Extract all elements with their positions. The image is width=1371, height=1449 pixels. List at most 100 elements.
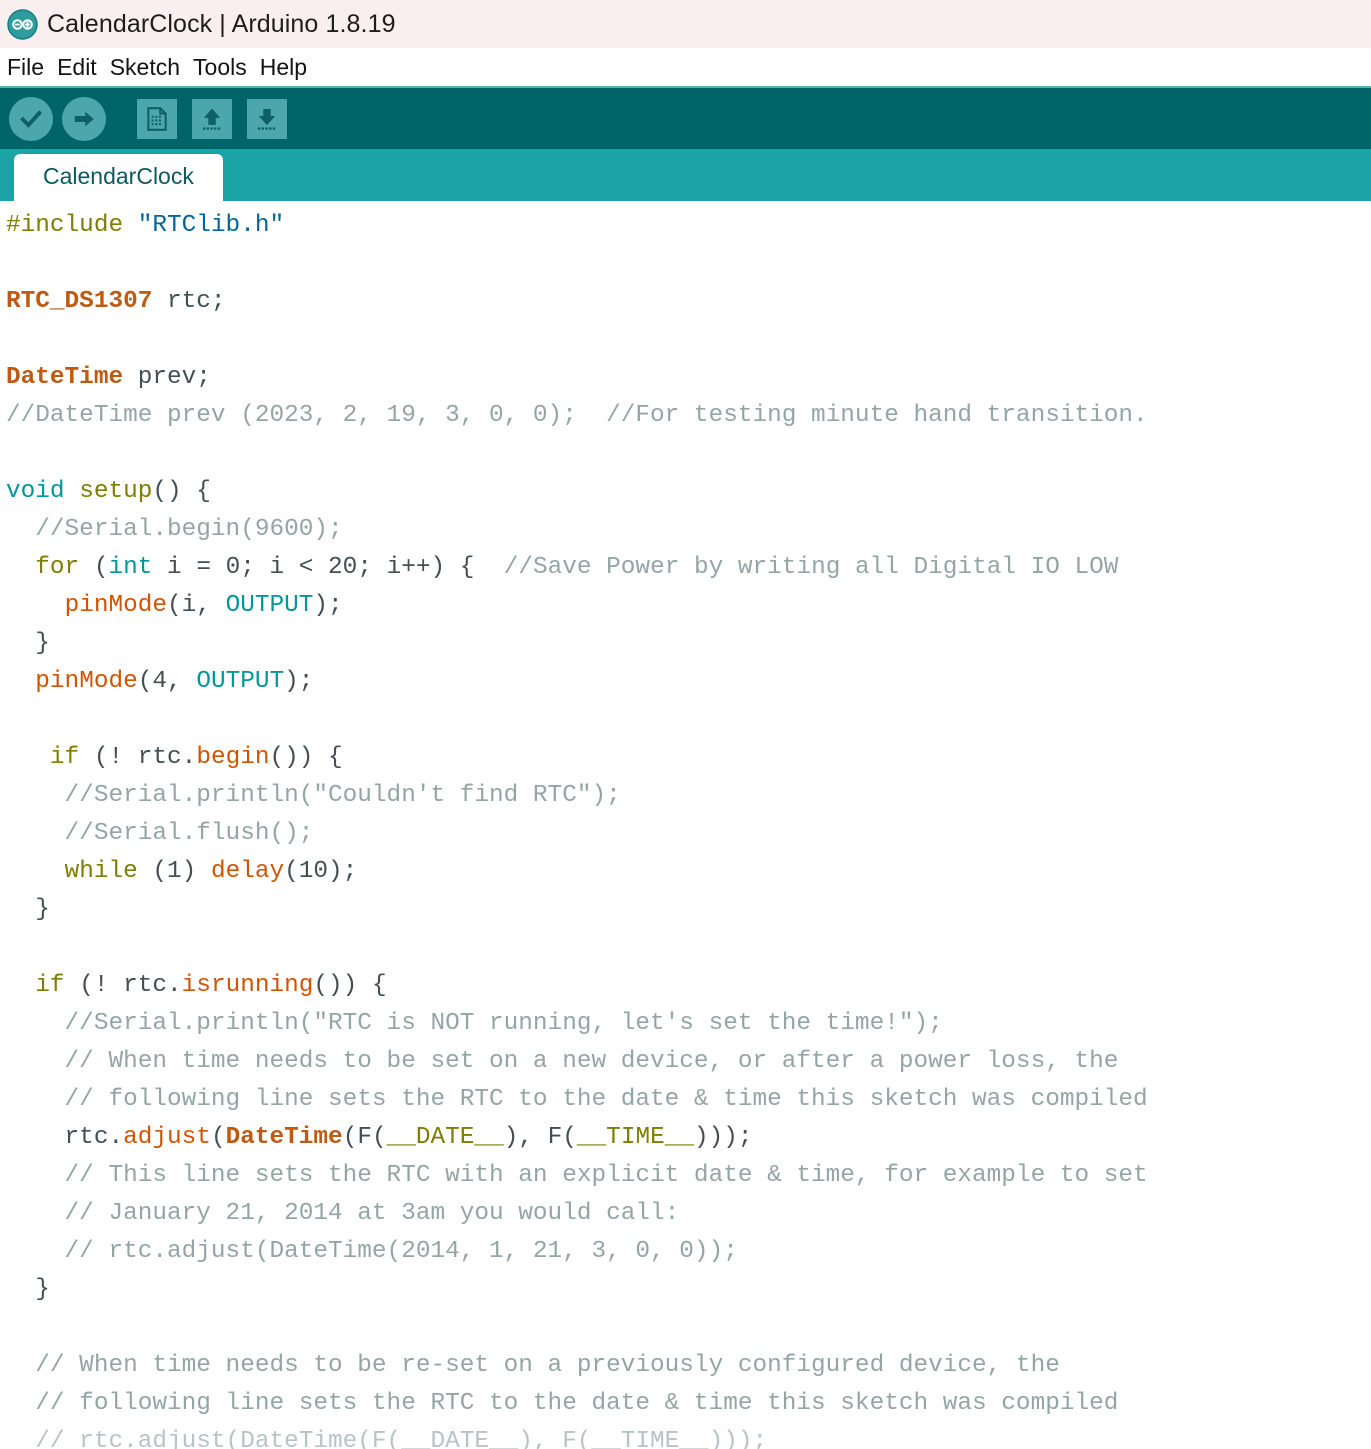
upload-button[interactable] bbox=[62, 96, 106, 141]
code-token: //Save Power by writing all Digital IO L… bbox=[503, 554, 1119, 581]
code-token: // When time needs to be re-set on a pre… bbox=[6, 1352, 1060, 1379]
menu-item-tools[interactable]: Tools bbox=[193, 54, 247, 81]
code-line: // following line sets the RTC to the da… bbox=[6, 1385, 1371, 1423]
code-line: //Serial.flush(); bbox=[6, 815, 1371, 853]
code-line: DateTime prev; bbox=[6, 359, 1371, 397]
code-line: //Serial.begin(9600); bbox=[6, 511, 1371, 549]
arduino-infinity-logo-icon bbox=[7, 8, 38, 40]
code-token: (F( bbox=[342, 1124, 387, 1151]
code-line: for (int i = 0; i < 20; i++) { //Save Po… bbox=[6, 549, 1371, 587]
code-line: rtc.adjust(DateTime(F(__DATE__), F(__TIM… bbox=[6, 1119, 1371, 1157]
code-token: DateTime bbox=[6, 364, 124, 391]
code-line: if (! rtc.begin()) { bbox=[6, 739, 1371, 777]
code-token: DateTime bbox=[225, 1124, 343, 1151]
code-token: delay bbox=[210, 858, 285, 885]
code-token: // January 21, 2014 at 3am you would cal… bbox=[6, 1200, 680, 1227]
code-token: adjust bbox=[123, 1124, 211, 1151]
code-token: } bbox=[6, 896, 50, 923]
save-button[interactable] bbox=[247, 98, 287, 139]
code-line: // rtc.adjust(DateTime(2014, 1, 21, 3, 0… bbox=[6, 1233, 1371, 1271]
code-token: } bbox=[6, 1276, 50, 1303]
code-token: (i, bbox=[167, 592, 226, 619]
code-token: isrunning bbox=[181, 972, 314, 999]
code-line: // rtc.adjust(DateTime(F(__DATE__), F(__… bbox=[6, 1423, 1371, 1449]
new-button[interactable] bbox=[137, 98, 177, 139]
up-arrow-icon bbox=[202, 108, 221, 130]
code-line: #include "RTClib.h" bbox=[6, 207, 1371, 245]
code-line: //Serial.println("RTC is NOT running, le… bbox=[6, 1005, 1371, 1043]
menu-item-file[interactable]: File bbox=[7, 54, 44, 81]
code-line: // This line sets the RTC with an explic… bbox=[6, 1157, 1371, 1195]
code-editor[interactable]: #include "RTClib.h" RTC_DS1307 rtc; Date… bbox=[0, 201, 1371, 1449]
code-token: (! rtc. bbox=[79, 744, 197, 771]
code-token: ()) { bbox=[269, 744, 343, 771]
code-line: while (1) delay(10); bbox=[6, 853, 1371, 891]
code-token: // When time needs to be set on a new de… bbox=[6, 1048, 1119, 1075]
code-token: //Serial.println("RTC is NOT running, le… bbox=[6, 1010, 943, 1037]
menu-item-edit[interactable]: Edit bbox=[57, 54, 97, 81]
code-token: (4, bbox=[137, 668, 197, 695]
code-token: (! rtc. bbox=[64, 972, 182, 999]
code-token: //Serial.flush(); bbox=[6, 820, 314, 847]
code-line: } bbox=[6, 891, 1371, 929]
checkmark-icon bbox=[20, 109, 42, 128]
code-token: OUTPUT bbox=[196, 668, 285, 695]
code-token: while bbox=[64, 858, 138, 885]
code-token: pinMode bbox=[35, 668, 138, 695]
code-token: // rtc.adjust(DateTime(2014, 1, 21, 3, 0… bbox=[6, 1238, 738, 1265]
verify-button[interactable] bbox=[9, 96, 53, 141]
code-line: // When time needs to be set on a new de… bbox=[6, 1043, 1371, 1081]
code-token: () { bbox=[152, 478, 211, 505]
sketch-tab-bar: CalendarClock bbox=[0, 149, 1371, 201]
open-button[interactable] bbox=[192, 98, 232, 139]
code-line: pinMode(i, OUTPUT); bbox=[6, 587, 1371, 625]
code-token: // following line sets the RTC to the da… bbox=[6, 1086, 1148, 1113]
code-token: #include bbox=[6, 212, 138, 239]
code-token: OUTPUT bbox=[225, 592, 314, 619]
code-token: } bbox=[6, 630, 50, 657]
code-line: if (! rtc.isrunning()) { bbox=[6, 967, 1371, 1005]
code-token: (1) bbox=[137, 858, 211, 885]
code-token: for bbox=[35, 554, 80, 581]
code-line: // January 21, 2014 at 3am you would cal… bbox=[6, 1195, 1371, 1233]
code-line: void setup() { bbox=[6, 473, 1371, 511]
right-arrow-icon bbox=[74, 111, 94, 126]
code-text[interactable]: #include "RTClib.h" RTC_DS1307 rtc; Date… bbox=[6, 207, 1371, 1449]
code-token: // following line sets the RTC to the da… bbox=[6, 1390, 1119, 1417]
toolbar bbox=[0, 86, 1371, 149]
code-token: ), F( bbox=[503, 1124, 577, 1151]
menu-item-sketch[interactable]: Sketch bbox=[110, 54, 180, 81]
code-token: RTC_DS1307 bbox=[6, 288, 153, 315]
code-line: //DateTime prev (2023, 2, 19, 3, 0, 0); … bbox=[6, 397, 1371, 435]
tab-calendarclock[interactable]: CalendarClock bbox=[14, 154, 223, 201]
code-token: rtc. bbox=[6, 1124, 124, 1151]
menu-item-help[interactable]: Help bbox=[260, 54, 307, 81]
code-token: //Serial.println("Couldn't find RTC"); bbox=[6, 782, 621, 809]
code-token: i = 0; i < 20; i++) { bbox=[152, 554, 504, 581]
code-token: pinMode bbox=[64, 592, 168, 619]
code-token: "RTClib.h" bbox=[137, 212, 285, 239]
code-token: // This line sets the RTC with an explic… bbox=[6, 1162, 1148, 1189]
code-line: RTC_DS1307 rtc; bbox=[6, 283, 1371, 321]
code-token: ); bbox=[284, 668, 314, 695]
code-token: //DateTime prev (2023, 2, 19, 3, 0, 0); … bbox=[6, 402, 1148, 429]
code-token: void bbox=[6, 478, 65, 505]
code-line: } bbox=[6, 625, 1371, 663]
code-token: __DATE__ bbox=[386, 1124, 504, 1151]
code-token: begin bbox=[196, 744, 270, 771]
code-token: ); bbox=[313, 592, 343, 619]
code-line: } bbox=[6, 1271, 1371, 1309]
code-token: __TIME__ bbox=[576, 1124, 695, 1151]
code-token: // rtc.adjust(DateTime(F(__DATE__), F(__… bbox=[6, 1428, 768, 1449]
window-title: CalendarClock | Arduino 1.8.19 bbox=[47, 9, 396, 38]
